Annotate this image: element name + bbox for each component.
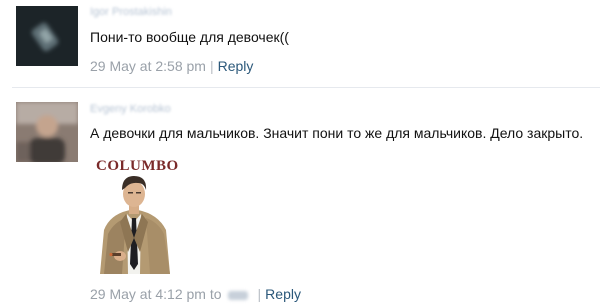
reply-link[interactable]: Reply bbox=[265, 286, 301, 302]
timestamp[interactable]: 29 May at 4:12 pm to bbox=[90, 286, 222, 302]
reply-to-user[interactable] bbox=[227, 291, 248, 300]
separator: | bbox=[257, 286, 262, 302]
avatar-image bbox=[16, 102, 78, 162]
avatar[interactable] bbox=[16, 102, 78, 162]
comment-text: А девочки для мальчиков. Значит пони то … bbox=[90, 125, 584, 141]
author-name[interactable]: Evgeny Korobko bbox=[90, 103, 171, 115]
comment-2: Evgeny Korobko А девочки для мальчиков. … bbox=[0, 0, 600, 306]
comment-meta: 29 May at 4:12 pm to | Reply bbox=[90, 286, 301, 302]
columbo-sticker: COLUMBO bbox=[90, 152, 180, 278]
columbo-illustration bbox=[100, 176, 170, 274]
